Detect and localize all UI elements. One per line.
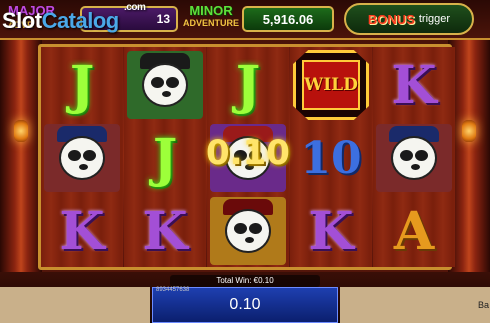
symbol-10: 10 [300,132,362,184]
slotcatalog-watermark: SlotCatalog .com [2,2,146,33]
reel-cell: WILD [291,49,371,121]
lantern-icon [462,120,476,142]
reel-1: J K [41,47,123,267]
balance-label: Ba [478,300,490,310]
bonus-label: BONUS [367,11,415,27]
symbol-k: K [308,200,354,262]
symbol-j: J [235,54,261,116]
wild-symbol: WILD [293,50,369,120]
reel-cell [42,122,122,194]
line-win-amount: 0.10 [206,133,290,173]
symbol-k: K [142,200,188,262]
win-value: 0.10 [229,296,261,313]
symbol-k: K [391,54,437,116]
reel-cell: J [208,49,288,121]
right-control-panel [340,287,490,323]
reel-cell [208,195,288,267]
reel-cell: K [291,195,371,267]
left-control-panel [0,287,150,323]
symbol-j: J [69,54,95,116]
reel-cell: K [125,195,205,267]
reel-cell [374,122,454,194]
trigger-label: trigger [418,13,451,25]
panda-green-symbol [127,51,203,119]
symbol-k: K [59,200,105,262]
wild-text: WILD [304,75,358,95]
lantern-icon [14,120,28,142]
left-pillar [0,40,42,280]
panda-red-symbol [44,124,120,192]
minor-jackpot-value: 5,916.06 [242,6,334,32]
total-win-label: Total Win: €0.10 [170,275,320,287]
reel-cell: A [374,195,454,267]
minor-jackpot-label: MINOR ADVENTURE [182,3,239,28]
panda-red-symbol [376,124,452,192]
reel-cell: K [42,195,122,267]
round-reference-id: 8934457638 [156,287,190,293]
reel-cell: J [42,49,122,121]
symbol-a: A [393,200,435,262]
bonus-trigger-button[interactable]: BONUS trigger [344,3,474,35]
reel-5: K A [373,47,455,267]
panda-gold-symbol [210,197,286,265]
reel-cell: K [374,49,454,121]
reel-cell [125,49,205,121]
symbol-j: J [152,127,178,189]
